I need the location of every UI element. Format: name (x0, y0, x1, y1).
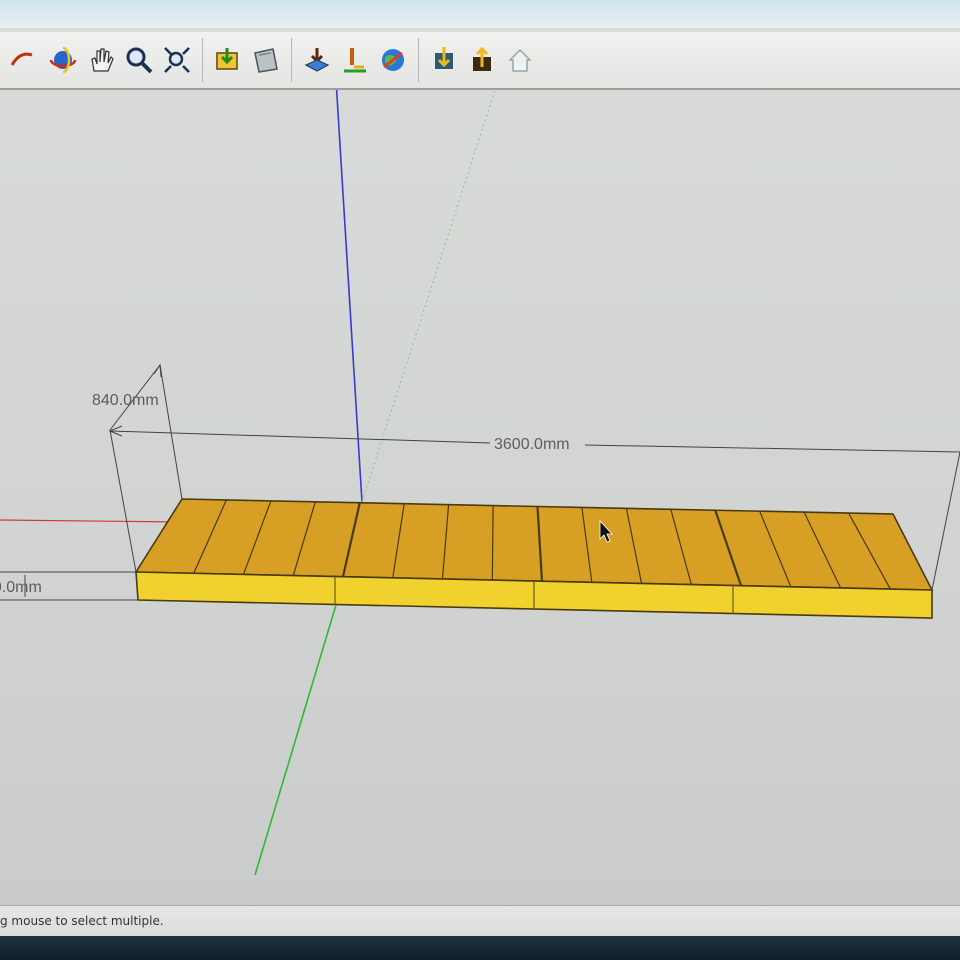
share-model-icon (254, 48, 278, 73)
zoom-icon (126, 47, 153, 74)
blue-axis (335, 90, 363, 503)
status-hint-text: g mouse to select multiple. (0, 914, 164, 928)
taskbar (0, 936, 960, 960)
toolbar-views-group (419, 38, 545, 82)
drawing-area[interactable]: 840.0mm 3600.0mm 50.0mm (0, 90, 960, 875)
toolbar-camera-group (0, 38, 203, 82)
toolbar-components-group (292, 38, 419, 82)
export-button[interactable] (465, 43, 499, 77)
get-component-button[interactable] (300, 43, 334, 77)
width-dimension-label: 840.0mm (92, 392, 159, 409)
zoom-extents-icon (164, 47, 190, 73)
toolbar-warehouse-group (203, 38, 292, 82)
green-axis-dotted (361, 90, 496, 503)
height-dimension-label: 50.0mm (0, 579, 42, 596)
title-bar (0, 0, 960, 28)
export-icon (473, 46, 491, 71)
preview-toggle-icon (435, 47, 453, 69)
share-model-button[interactable] (249, 43, 283, 77)
status-bar: g mouse to select multiple. (0, 905, 960, 936)
partial-tool-button[interactable] (8, 43, 42, 77)
home-button[interactable] (503, 43, 537, 77)
model-scene[interactable]: 840.0mm 3600.0mm 50.0mm (0, 90, 960, 875)
pan-button[interactable] (84, 43, 118, 77)
place-model-button[interactable] (338, 43, 372, 77)
google-earth-button[interactable] (376, 43, 410, 77)
zoom-button[interactable] (122, 43, 156, 77)
home-icon (508, 48, 532, 72)
length-dimension-label: 3600.0mm (494, 436, 570, 453)
get-component-icon (304, 48, 330, 72)
zoom-extents-button[interactable] (160, 43, 194, 77)
green-axis (254, 604, 337, 875)
get-models-icon (216, 48, 238, 70)
deck-model[interactable] (134, 498, 934, 619)
pan-icon (91, 48, 114, 72)
orbit-button[interactable] (46, 43, 80, 77)
toolbar (0, 32, 960, 90)
sketchup-window: 840.0mm 3600.0mm 50.0mm g mouse to selec… (0, 0, 960, 960)
get-models-button[interactable] (211, 43, 245, 77)
orbit-icon (49, 46, 77, 74)
google-earth-icon (382, 49, 404, 71)
plank-line (491, 505, 494, 580)
preview-toggle-button[interactable] (427, 43, 461, 77)
place-model-icon (344, 48, 366, 73)
red-axis (0, 519, 181, 523)
partial-tool-icon (10, 52, 33, 66)
